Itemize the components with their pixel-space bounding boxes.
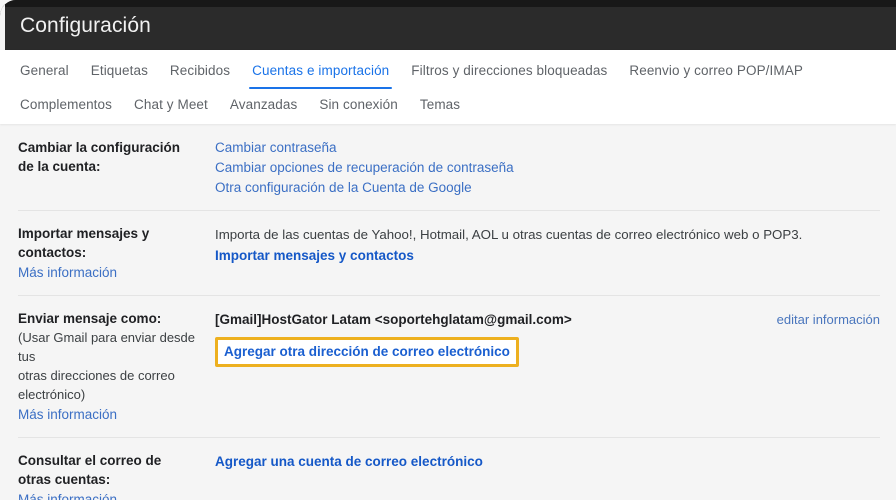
window-titlebar: Configuración bbox=[0, 0, 896, 50]
sub-line-2: otras direcciones de correo bbox=[18, 368, 175, 383]
section-label-change-account: Cambiar la configuración de la cuenta: bbox=[18, 138, 215, 198]
section-change-account-settings: Cambiar la configuración de la cuenta: C… bbox=[18, 124, 880, 211]
label-line-1: Consultar el correo de bbox=[18, 453, 162, 468]
link-agregar-otra-direccion-de-correo[interactable]: Agregar otra dirección de correo electró… bbox=[224, 342, 510, 361]
tab-filtros-y-direcciones-bloqueadas[interactable]: Filtros y direcciones bloqueadas bbox=[411, 62, 607, 90]
link-cambiar-contrasena[interactable]: Cambiar contraseña bbox=[215, 138, 880, 158]
settings-content: Cambiar la configuración de la cuenta: C… bbox=[0, 124, 896, 500]
titlebar-left-edge bbox=[0, 0, 5, 50]
section-label-import: Importar mensajes y contactos: Más infor… bbox=[18, 224, 215, 283]
tab-chat-y-meet[interactable]: Chat y Meet bbox=[134, 96, 208, 124]
label-line-2: contactos: bbox=[18, 245, 87, 260]
titlebar-top-strip bbox=[0, 0, 896, 7]
link-importar-mensajes-y-contactos[interactable]: Importar mensajes y contactos bbox=[215, 245, 414, 266]
label-line-2: de la cuenta: bbox=[18, 159, 101, 174]
tab-cuentas-e-importacion[interactable]: Cuentas e importación bbox=[249, 62, 393, 90]
page-title: Configuración bbox=[20, 14, 151, 37]
section-content-check-other-mail: Agregar una cuenta de correo electrónico bbox=[215, 451, 880, 500]
import-description: Importa de las cuentas de Yahoo!, Hotmai… bbox=[215, 227, 803, 242]
link-otra-configuracion-cuenta-google[interactable]: Otra configuración de la Cuenta de Googl… bbox=[215, 178, 880, 198]
section-check-other-mail: Consultar el correo de otras cuentas: Má… bbox=[18, 438, 880, 500]
tab-sin-conexion[interactable]: Sin conexión bbox=[319, 96, 398, 124]
tab-reenvio-y-correo-pop-imap[interactable]: Reenvio y correo POP/IMAP bbox=[629, 62, 803, 90]
highlight-box-agregar-direccion: Agregar otra dirección de correo electró… bbox=[215, 337, 519, 367]
tab-temas[interactable]: Temas bbox=[420, 96, 460, 124]
link-mas-informacion-send-mail-as[interactable]: Más información bbox=[18, 404, 117, 425]
section-label-check-other-mail: Consultar el correo de otras cuentas: Má… bbox=[18, 451, 215, 500]
section-import-messages: Importar mensajes y contactos: Más infor… bbox=[18, 211, 880, 296]
tab-row-primary: General Etiquetas Recibidos Cuentas e im… bbox=[0, 56, 896, 90]
label-line-1: Enviar mensaje como: bbox=[18, 311, 162, 326]
tab-recibidos[interactable]: Recibidos bbox=[170, 62, 230, 90]
link-cambiar-opciones-recuperacion[interactable]: Cambiar opciones de recuperación de cont… bbox=[215, 158, 880, 178]
link-agregar-una-cuenta-de-correo[interactable]: Agregar una cuenta de correo electrónico bbox=[215, 451, 483, 472]
link-mas-informacion-import[interactable]: Más información bbox=[18, 262, 117, 283]
sub-line-1: (Usar Gmail para enviar desde tus bbox=[18, 330, 196, 364]
link-mas-informacion-check-mail[interactable]: Más información bbox=[18, 489, 117, 500]
label-line-1: Importar mensajes y bbox=[18, 226, 150, 241]
section-content-send-mail-as: [Gmail]HostGator Latam <soportehglatam@g… bbox=[215, 309, 880, 425]
section-content-change-account: Cambiar contraseña Cambiar opciones de r… bbox=[215, 138, 880, 198]
settings-tabbar: General Etiquetas Recibidos Cuentas e im… bbox=[0, 50, 896, 124]
tab-avanzadas[interactable]: Avanzadas bbox=[230, 96, 297, 124]
link-editar-informacion[interactable]: editar información bbox=[777, 310, 880, 330]
tab-etiquetas[interactable]: Etiquetas bbox=[91, 62, 148, 90]
settings-page: Configuración General Etiquetas Recibido… bbox=[0, 0, 896, 500]
tab-row-secondary: Complementos Chat y Meet Avanzadas Sin c… bbox=[0, 90, 896, 124]
label-line-1: Cambiar la configuración bbox=[18, 140, 181, 155]
tab-complementos[interactable]: Complementos bbox=[20, 96, 112, 124]
tab-general[interactable]: General bbox=[20, 62, 69, 90]
section-content-import: Importa de las cuentas de Yahoo!, Hotmai… bbox=[215, 224, 880, 283]
section-label-send-mail-as: Enviar mensaje como: (Usar Gmail para en… bbox=[18, 309, 215, 425]
sub-line-3: electrónico) bbox=[18, 387, 86, 402]
label-line-2: otras cuentas: bbox=[18, 472, 111, 487]
section-send-mail-as: Enviar mensaje como: (Usar Gmail para en… bbox=[18, 296, 880, 438]
